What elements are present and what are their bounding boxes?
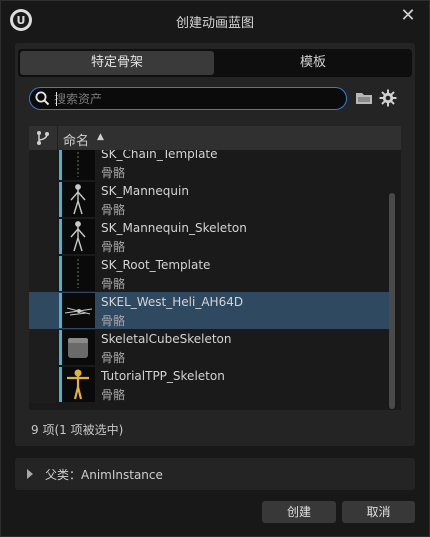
gear-icon[interactable]: [379, 89, 397, 107]
asset-type: 骨骼: [101, 314, 126, 328]
asset-name: SKEL_West_Heli_AH64D: [101, 295, 244, 309]
window-title: 创建动画蓝图: [175, 16, 254, 31]
tab-template[interactable]: 模板: [216, 51, 410, 75]
asset-type: 骨骼: [101, 351, 126, 365]
title-bar: U 创建动画蓝图 ✕: [1, 1, 429, 39]
parent-class-label: 父类：AnimInstance: [45, 468, 163, 482]
list-header: 命名 ▲: [29, 126, 401, 150]
search-input[interactable]: [54, 89, 339, 108]
asset-rows: SK_Chain_Template 骨骼 SK_Mannequin 骨骼 SK_…: [29, 150, 389, 410]
search-icon: [35, 91, 50, 106]
asset-thumbnail: [59, 182, 95, 217]
asset-thumbnail: [59, 256, 95, 291]
list-item[interactable]: SkeletalCubeSkeleton 骨骼: [29, 329, 389, 366]
skeleton-picker-panel: 特定骨架 模板 搜索资产 命名 ▲ SK_Chain_Template 骨骼 S…: [15, 43, 415, 446]
list-item[interactable]: SK_Chain_Template 骨骼: [29, 150, 389, 181]
folder-icon[interactable]: [355, 90, 373, 106]
asset-thumbnail: [59, 367, 95, 402]
asset-type: 骨骼: [101, 166, 126, 180]
asset-name: SK_Root_Template: [101, 258, 211, 272]
sort-ascending-icon: ▲: [97, 132, 104, 142]
asset-type: 骨骼: [101, 277, 126, 291]
asset-name: SK_Mannequin_Skeleton: [101, 221, 247, 235]
asset-name: SkeletalCubeSkeleton: [101, 332, 232, 346]
asset-thumbnail: [59, 219, 95, 254]
create-button[interactable]: 创建: [262, 501, 336, 523]
tab-bar: 特定骨架 模板: [18, 49, 412, 77]
close-icon[interactable]: ✕: [397, 5, 419, 27]
branch-column-header[interactable]: [29, 126, 58, 150]
asset-thumbnail: [59, 293, 95, 328]
asset-name: SK_Chain_Template: [101, 150, 218, 161]
expand-arrow-icon: [27, 469, 33, 479]
asset-type: 骨骼: [101, 203, 126, 217]
create-anim-blueprint-dialog: U 创建动画蓝图 ✕ 特定骨架 模板 搜索资产 命名 ▲ SK_Chain_Te…: [0, 0, 430, 537]
list-item[interactable]: SK_Mannequin 骨骼: [29, 181, 389, 218]
parent-class-section[interactable]: 父类：AnimInstance: [15, 458, 415, 490]
text-caret: [56, 92, 57, 106]
asset-thumbnail: [59, 330, 95, 365]
asset-type: 骨骼: [101, 240, 126, 254]
search-box: [29, 87, 347, 110]
list-item[interactable]: SK_Mannequin_Skeleton 骨骼: [29, 218, 389, 255]
asset-type: 骨骼: [101, 388, 126, 402]
branch-icon: [37, 131, 49, 145]
tab-specific-skeleton[interactable]: 特定骨架: [20, 51, 214, 75]
list-item[interactable]: TutorialTPP_Skeleton 骨骼: [29, 366, 389, 403]
asset-name: TutorialTPP_Skeleton: [101, 369, 225, 383]
asset-thumbnail: [59, 150, 95, 180]
cancel-button[interactable]: 取消: [342, 501, 415, 523]
name-column-header[interactable]: 命名: [63, 130, 89, 149]
selection-status: 9 项(1 项被选中): [31, 423, 124, 437]
asset-name: SK_Mannequin: [101, 184, 189, 198]
list-item[interactable]: SK_Root_Template 骨骼: [29, 255, 389, 292]
list-scrollbar[interactable]: [389, 193, 395, 409]
asset-list: 命名 ▲ SK_Chain_Template 骨骼 SK_Mannequin 骨…: [29, 126, 401, 410]
list-item-selected[interactable]: SKEL_West_Heli_AH64D 骨骼: [29, 292, 389, 329]
